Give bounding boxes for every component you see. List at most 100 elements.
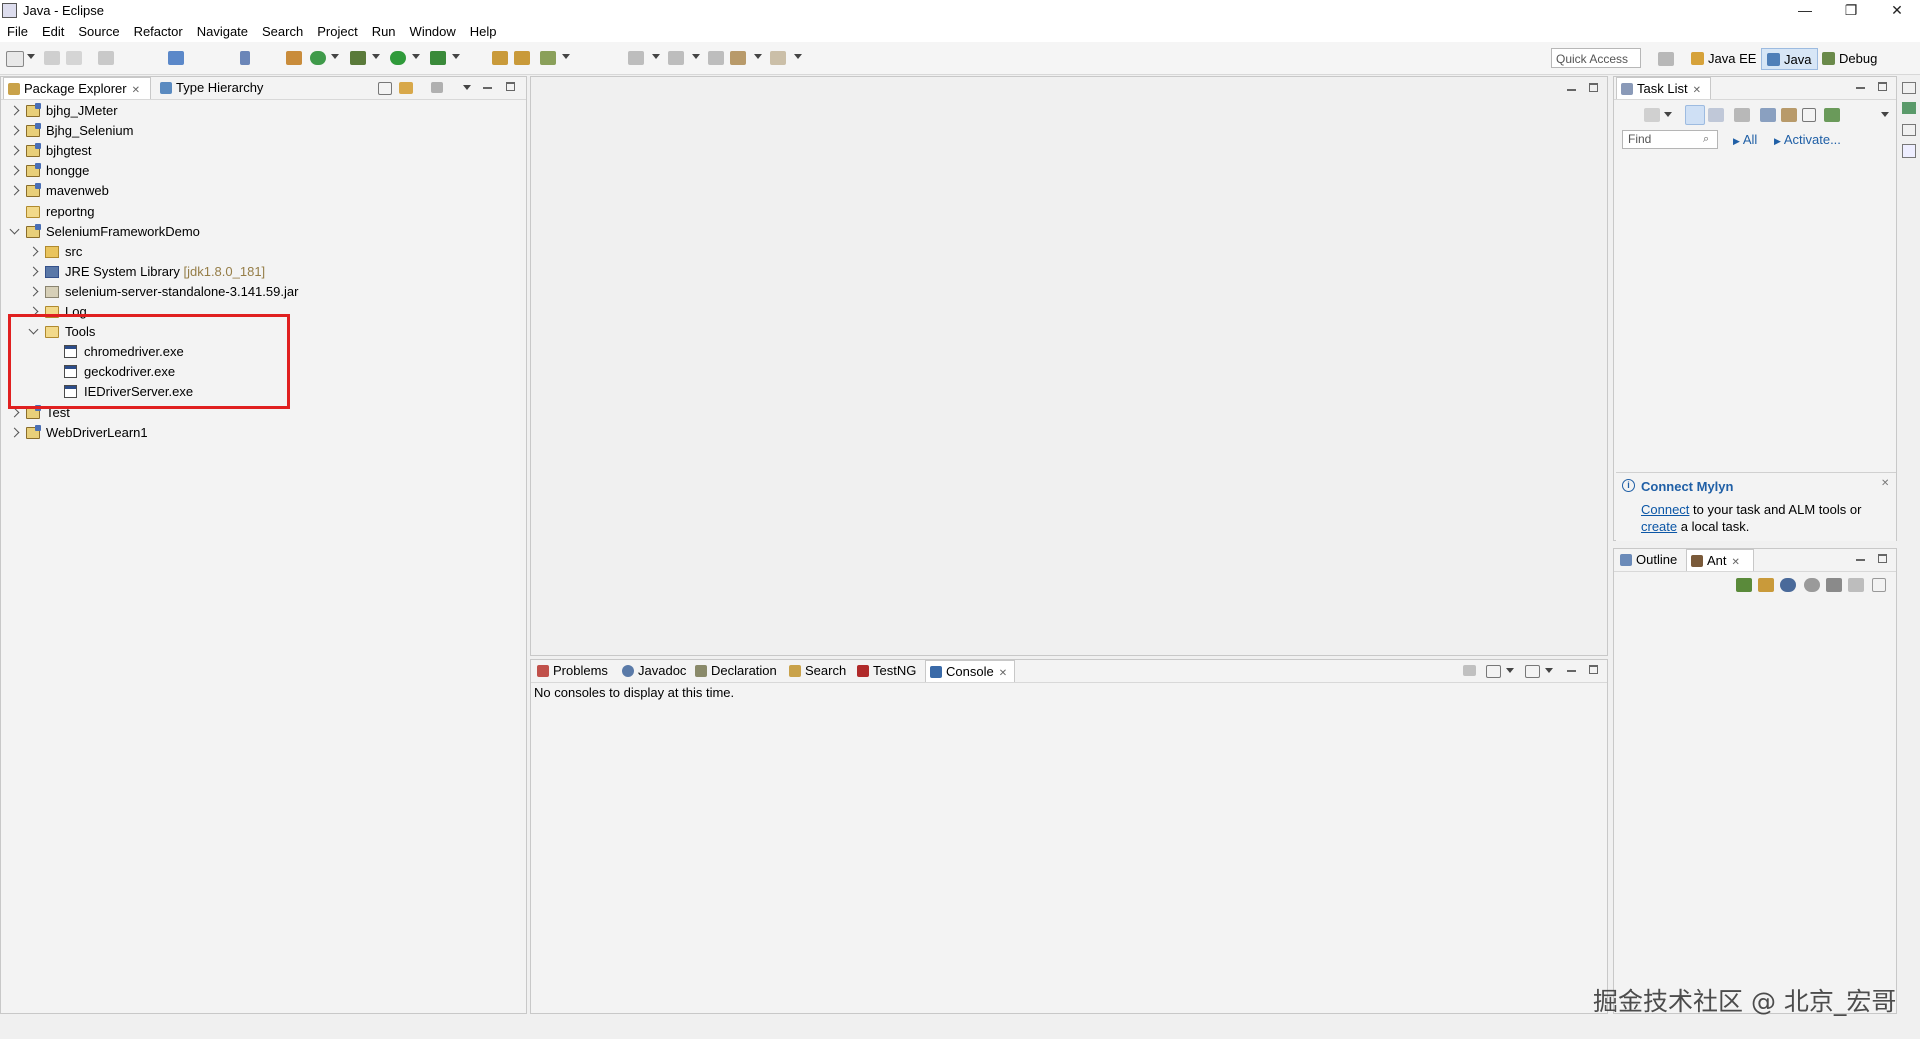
tab-javadoc[interactable]: Javadoc [618, 660, 686, 682]
search-toolbar-icon[interactable] [540, 51, 556, 65]
close-tab-icon[interactable]: ✕ [999, 668, 1007, 679]
menu-navigate[interactable]: Navigate [190, 22, 255, 42]
hide-internal-targets-icon[interactable] [1780, 578, 1796, 592]
focus-workweek-icon[interactable] [1760, 108, 1776, 122]
perspective-debug[interactable]: Debug [1817, 48, 1883, 70]
chevron-right-icon[interactable] [28, 246, 39, 257]
menu-file[interactable]: File [0, 22, 35, 42]
new-dropdown-icon[interactable] [27, 54, 35, 59]
minimize-editor-icon[interactable] [1566, 83, 1578, 95]
sync-changed-icon[interactable] [1824, 108, 1840, 122]
add-buildfiles-search-icon[interactable] [1758, 578, 1774, 592]
open-console-icon[interactable] [168, 51, 184, 65]
forward-dropdown-icon[interactable] [794, 54, 802, 59]
menu-project[interactable]: Project [310, 22, 364, 42]
external-tools-icon[interactable] [430, 51, 446, 65]
new-icon[interactable] [6, 51, 24, 67]
perspective-java[interactable]: Java [1761, 48, 1819, 70]
previous-annotation-dropdown-icon[interactable] [692, 54, 700, 59]
open-type-icon[interactable] [492, 51, 508, 65]
chevron-down-icon[interactable] [9, 224, 20, 235]
restore-stack-icon[interactable] [1902, 82, 1916, 94]
close-tab-icon[interactable]: ✕ [1732, 557, 1740, 568]
tab-type-hierarchy[interactable]: Type Hierarchy [156, 77, 263, 99]
menu-refactor[interactable]: Refactor [127, 22, 190, 42]
maximize-view-icon[interactable] [506, 82, 515, 91]
minimize-console-icon[interactable] [1566, 664, 1578, 676]
next-annotation-dropdown-icon[interactable] [652, 54, 660, 59]
open-console-icon[interactable] [1525, 665, 1540, 678]
connect-link[interactable]: Connect [1641, 502, 1689, 517]
pin-console-icon[interactable] [1463, 665, 1476, 676]
tab-task-list[interactable]: Task List ✕ [1616, 77, 1711, 99]
menu-source[interactable]: Source [71, 22, 126, 42]
categorized-icon[interactable] [1685, 105, 1705, 125]
restore-stack2-icon[interactable] [1902, 124, 1916, 136]
chevron-right-icon[interactable] [9, 427, 20, 438]
menu-run[interactable]: Run [365, 22, 403, 42]
chevron-right-icon[interactable] [9, 125, 20, 136]
last-edit-icon[interactable] [708, 51, 724, 65]
scheduled-icon[interactable] [1708, 108, 1724, 122]
debug-dropdown-icon[interactable] [372, 54, 380, 59]
maximize-task-list-icon[interactable] [1878, 82, 1887, 91]
pin-icon[interactable] [240, 51, 250, 65]
build-icon[interactable] [286, 51, 302, 65]
new-class-dropdown-icon[interactable] [331, 54, 339, 59]
tab-declaration[interactable]: Declaration [691, 660, 777, 682]
close-tab-icon[interactable]: ✕ [1693, 85, 1701, 96]
tab-testng[interactable]: TestNG [853, 660, 916, 682]
minimize-outline-icon[interactable] [1855, 553, 1867, 565]
close-button[interactable]: ✕ [1874, 0, 1920, 22]
tab-outline[interactable]: Outline [1616, 549, 1677, 571]
menu-edit[interactable]: Edit [35, 22, 71, 42]
next-annotation-icon[interactable] [628, 51, 644, 65]
add-buildfiles-icon[interactable] [1736, 578, 1752, 592]
run-dropdown-icon[interactable] [412, 54, 420, 59]
task-view-menu-icon[interactable] [1881, 112, 1889, 117]
focus-on-task-icon[interactable] [431, 82, 443, 93]
collapse-all-icon[interactable] [378, 82, 392, 95]
debug-icon[interactable] [350, 51, 366, 65]
restore-button[interactable]: ❐ [1828, 0, 1874, 22]
print-icon[interactable] [98, 51, 114, 65]
chevron-right-icon[interactable] [9, 185, 20, 196]
tab-ant[interactable]: Ant ✕ [1686, 549, 1754, 571]
collapse-tasks-icon[interactable] [1802, 108, 1816, 122]
back-icon[interactable] [730, 51, 746, 65]
chevron-right-icon[interactable] [9, 165, 20, 176]
save-all-icon[interactable] [66, 51, 82, 65]
search-dropdown-icon[interactable] [562, 54, 570, 59]
ant-trim-icon[interactable] [1902, 102, 1916, 114]
tab-search[interactable]: Search [785, 660, 846, 682]
view-menu-icon[interactable] [463, 85, 471, 90]
open-console-dropdown-icon[interactable] [1545, 668, 1553, 673]
link-with-editor-icon[interactable] [399, 82, 413, 94]
remove-all-buildfiles-icon[interactable] [1848, 578, 1864, 592]
chevron-right-icon[interactable] [28, 266, 39, 277]
open-task-icon[interactable] [514, 51, 530, 65]
run-target-icon[interactable] [1804, 578, 1820, 592]
activate-task-link[interactable]: ▶ Activate... [1774, 132, 1841, 147]
remove-buildfile-icon[interactable] [1826, 578, 1842, 592]
new-task-dropdown-icon[interactable] [1664, 112, 1672, 117]
perspective-java-ee[interactable]: Java EE [1686, 48, 1762, 70]
menu-window[interactable]: Window [403, 22, 463, 42]
menu-help[interactable]: Help [463, 22, 504, 42]
minimize-button[interactable]: — [1782, 0, 1828, 22]
menu-search[interactable]: Search [255, 22, 310, 42]
collapse-ant-icon[interactable] [1872, 578, 1886, 592]
create-link[interactable]: create [1641, 519, 1677, 534]
save-icon[interactable] [44, 51, 60, 65]
run-icon[interactable] [390, 51, 406, 65]
display-console-icon[interactable] [1486, 665, 1501, 678]
maximize-console-icon[interactable] [1589, 665, 1598, 674]
quick-access-input[interactable]: Quick Access [1551, 48, 1641, 68]
previous-annotation-icon[interactable] [668, 51, 684, 65]
display-console-dropdown-icon[interactable] [1506, 668, 1514, 673]
minimize-task-list-icon[interactable] [1855, 81, 1867, 93]
maximize-editor-icon[interactable] [1589, 83, 1598, 92]
back-dropdown-icon[interactable] [754, 54, 762, 59]
synchronize-icon[interactable] [1781, 108, 1797, 122]
new-class-icon[interactable] [310, 51, 326, 65]
